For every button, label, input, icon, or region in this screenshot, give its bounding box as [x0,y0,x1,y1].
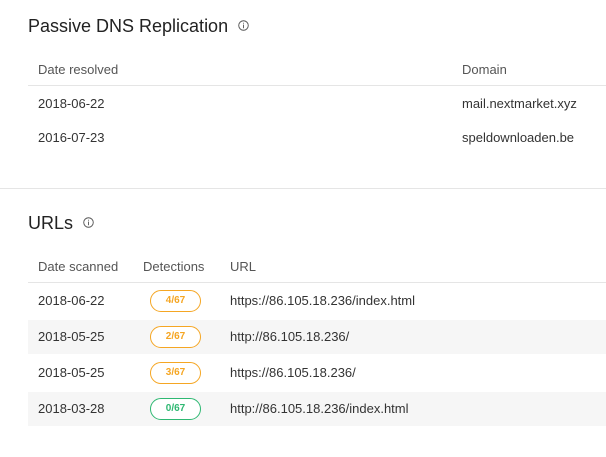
table-row: 2018-03-28 0/67 http://86.105.18.236/ind… [28,392,606,426]
dns-section-title: Passive DNS Replication [28,16,249,37]
column-header-domain: Domain [462,62,507,77]
table-row: 2018-05-25 3/67 https://86.105.18.236/ [28,356,606,390]
domain-link[interactable]: speldownloaden.be [462,130,574,145]
info-icon[interactable] [238,20,249,31]
table-row: 2018-06-22 mail.nextmarket.xyz [28,87,606,121]
section-divider [0,188,606,189]
detections-badge: 3/67 [150,362,201,384]
date-cell: 2018-05-25 [38,329,105,344]
dns-table-header: Date resolved Domain [28,54,606,86]
date-cell: 2018-06-22 [38,293,105,308]
urls-title-text: URLs [28,213,74,233]
date-cell: 2018-03-28 [38,401,105,416]
detections-badge: 2/67 [150,326,201,348]
table-row: 2018-05-25 2/67 http://86.105.18.236/ [28,320,606,354]
info-icon[interactable] [83,217,94,228]
url-link[interactable]: http://86.105.18.236/ [230,329,349,344]
detections-badge: 4/67 [150,290,201,312]
date-cell: 2018-05-25 [38,365,105,380]
dns-title-text: Passive DNS Replication [28,16,229,36]
column-header-date-scanned: Date scanned [38,259,119,274]
date-cell: 2018-06-22 [38,96,105,111]
column-header-date-resolved: Date resolved [38,62,119,77]
column-header-url: URL [230,259,257,274]
urls-section-title: URLs [28,213,94,234]
url-link[interactable]: https://86.105.18.236/index.html [230,293,415,308]
url-link[interactable]: https://86.105.18.236/ [230,365,356,380]
urls-table-header: Date scanned Detections URL [28,251,606,283]
table-row: 2018-06-22 4/67 https://86.105.18.236/in… [28,284,606,318]
table-row: 2016-07-23 speldownloaden.be [28,121,606,155]
date-cell: 2016-07-23 [38,130,105,145]
url-link[interactable]: http://86.105.18.236/index.html [230,401,409,416]
column-header-detections: Detections [143,259,205,274]
detections-badge: 0/67 [150,398,201,420]
domain-link[interactable]: mail.nextmarket.xyz [462,96,577,111]
